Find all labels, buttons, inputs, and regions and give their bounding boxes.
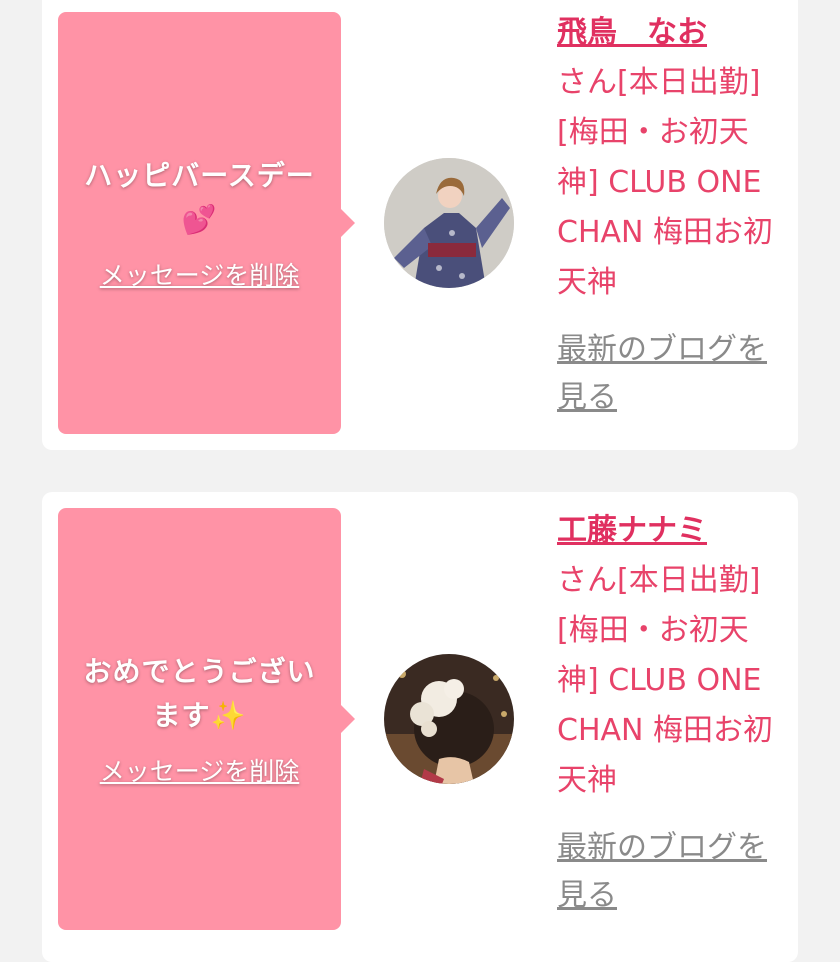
message-body: ハッピバースデー (84, 159, 315, 192)
cast-detail: さん[本日出勤][梅田・お初天神] CLUB ONE CHAN 梅田お初天神 (557, 563, 774, 798)
message-text: おめでとうございます✨ (72, 650, 327, 738)
latest-blog-link[interactable]: 最新のブログを見る (557, 326, 789, 422)
message-card: おめでとうございます✨ メッセージを削除 工藤ナナミ さん[本日出勤][梅田・お… (42, 492, 798, 962)
cast-detail: さん[本日出勤][梅田・お初天神] CLUB ONE CHAN 梅田お初天神 (557, 65, 774, 300)
cast-info: 工藤ナナミ さん[本日出勤][梅田・お初天神] CLUB ONE CHAN 梅田… (557, 506, 789, 920)
cast-name-link[interactable]: 飛鳥 なお (557, 15, 707, 50)
delete-message-link[interactable]: メッセージを削除 (100, 256, 300, 292)
message-bubble: ハッピバースデー 💕 メッセージを削除 (58, 12, 355, 434)
avatar[interactable] (384, 654, 514, 784)
cast-info: 飛鳥 なお さん[本日出勤][梅田・お初天神] CLUB ONE CHAN 梅田… (557, 8, 789, 422)
sparkles-emoji-icon: ✨ (210, 699, 247, 732)
delete-message-link[interactable]: メッセージを削除 (100, 752, 300, 788)
message-bubble: おめでとうございます✨ メッセージを削除 (58, 508, 355, 930)
hearts-emoji-icon: 💕 (181, 203, 218, 236)
message-card: ハッピバースデー 💕 メッセージを削除 飛鳥 なお さん[本日出勤][梅田・お初… (42, 0, 798, 450)
message-text: ハッピバースデー 💕 (84, 154, 315, 242)
latest-blog-link[interactable]: 最新のブログを見る (557, 824, 789, 920)
avatar[interactable] (384, 158, 514, 288)
message-body: おめでとうございます (83, 655, 316, 732)
cast-name-link[interactable]: 工藤ナナミ (557, 513, 707, 548)
